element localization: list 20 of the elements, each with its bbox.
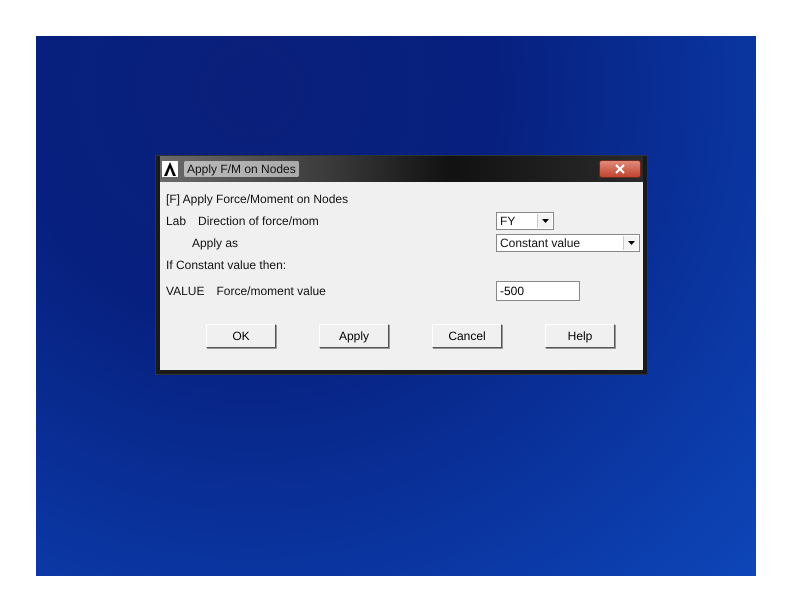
- logo-icon: [162, 161, 178, 177]
- dialog-heading: [F] Apply Force/Moment on Nodes: [166, 192, 350, 206]
- window-title: Apply F/M on Nodes: [184, 161, 299, 177]
- parameter-code: VALUE: [166, 284, 204, 298]
- dropdown[interactable]: FY: [496, 212, 554, 230]
- parameter-code: Lab: [166, 214, 186, 228]
- close-icon: [615, 164, 625, 174]
- value-field[interactable]: -500: [496, 281, 580, 301]
- caret-icon: [542, 219, 548, 223]
- dialog-button[interactable]: OK: [206, 324, 276, 348]
- dropdown[interactable]: Constant value: [496, 234, 640, 252]
- dialog-button[interactable]: Cancel: [432, 324, 502, 348]
- caret-icon: [628, 241, 634, 245]
- field-label: Apply as: [192, 236, 238, 250]
- note-text: If Constant value then:: [166, 258, 288, 272]
- dialog-button[interactable]: Help: [545, 324, 615, 348]
- field-label: Force/moment value: [216, 284, 326, 298]
- dialog-button[interactable]: Apply: [319, 324, 389, 348]
- close-button[interactable]: [599, 160, 641, 178]
- field-label: Direction of force/mom: [198, 214, 319, 228]
